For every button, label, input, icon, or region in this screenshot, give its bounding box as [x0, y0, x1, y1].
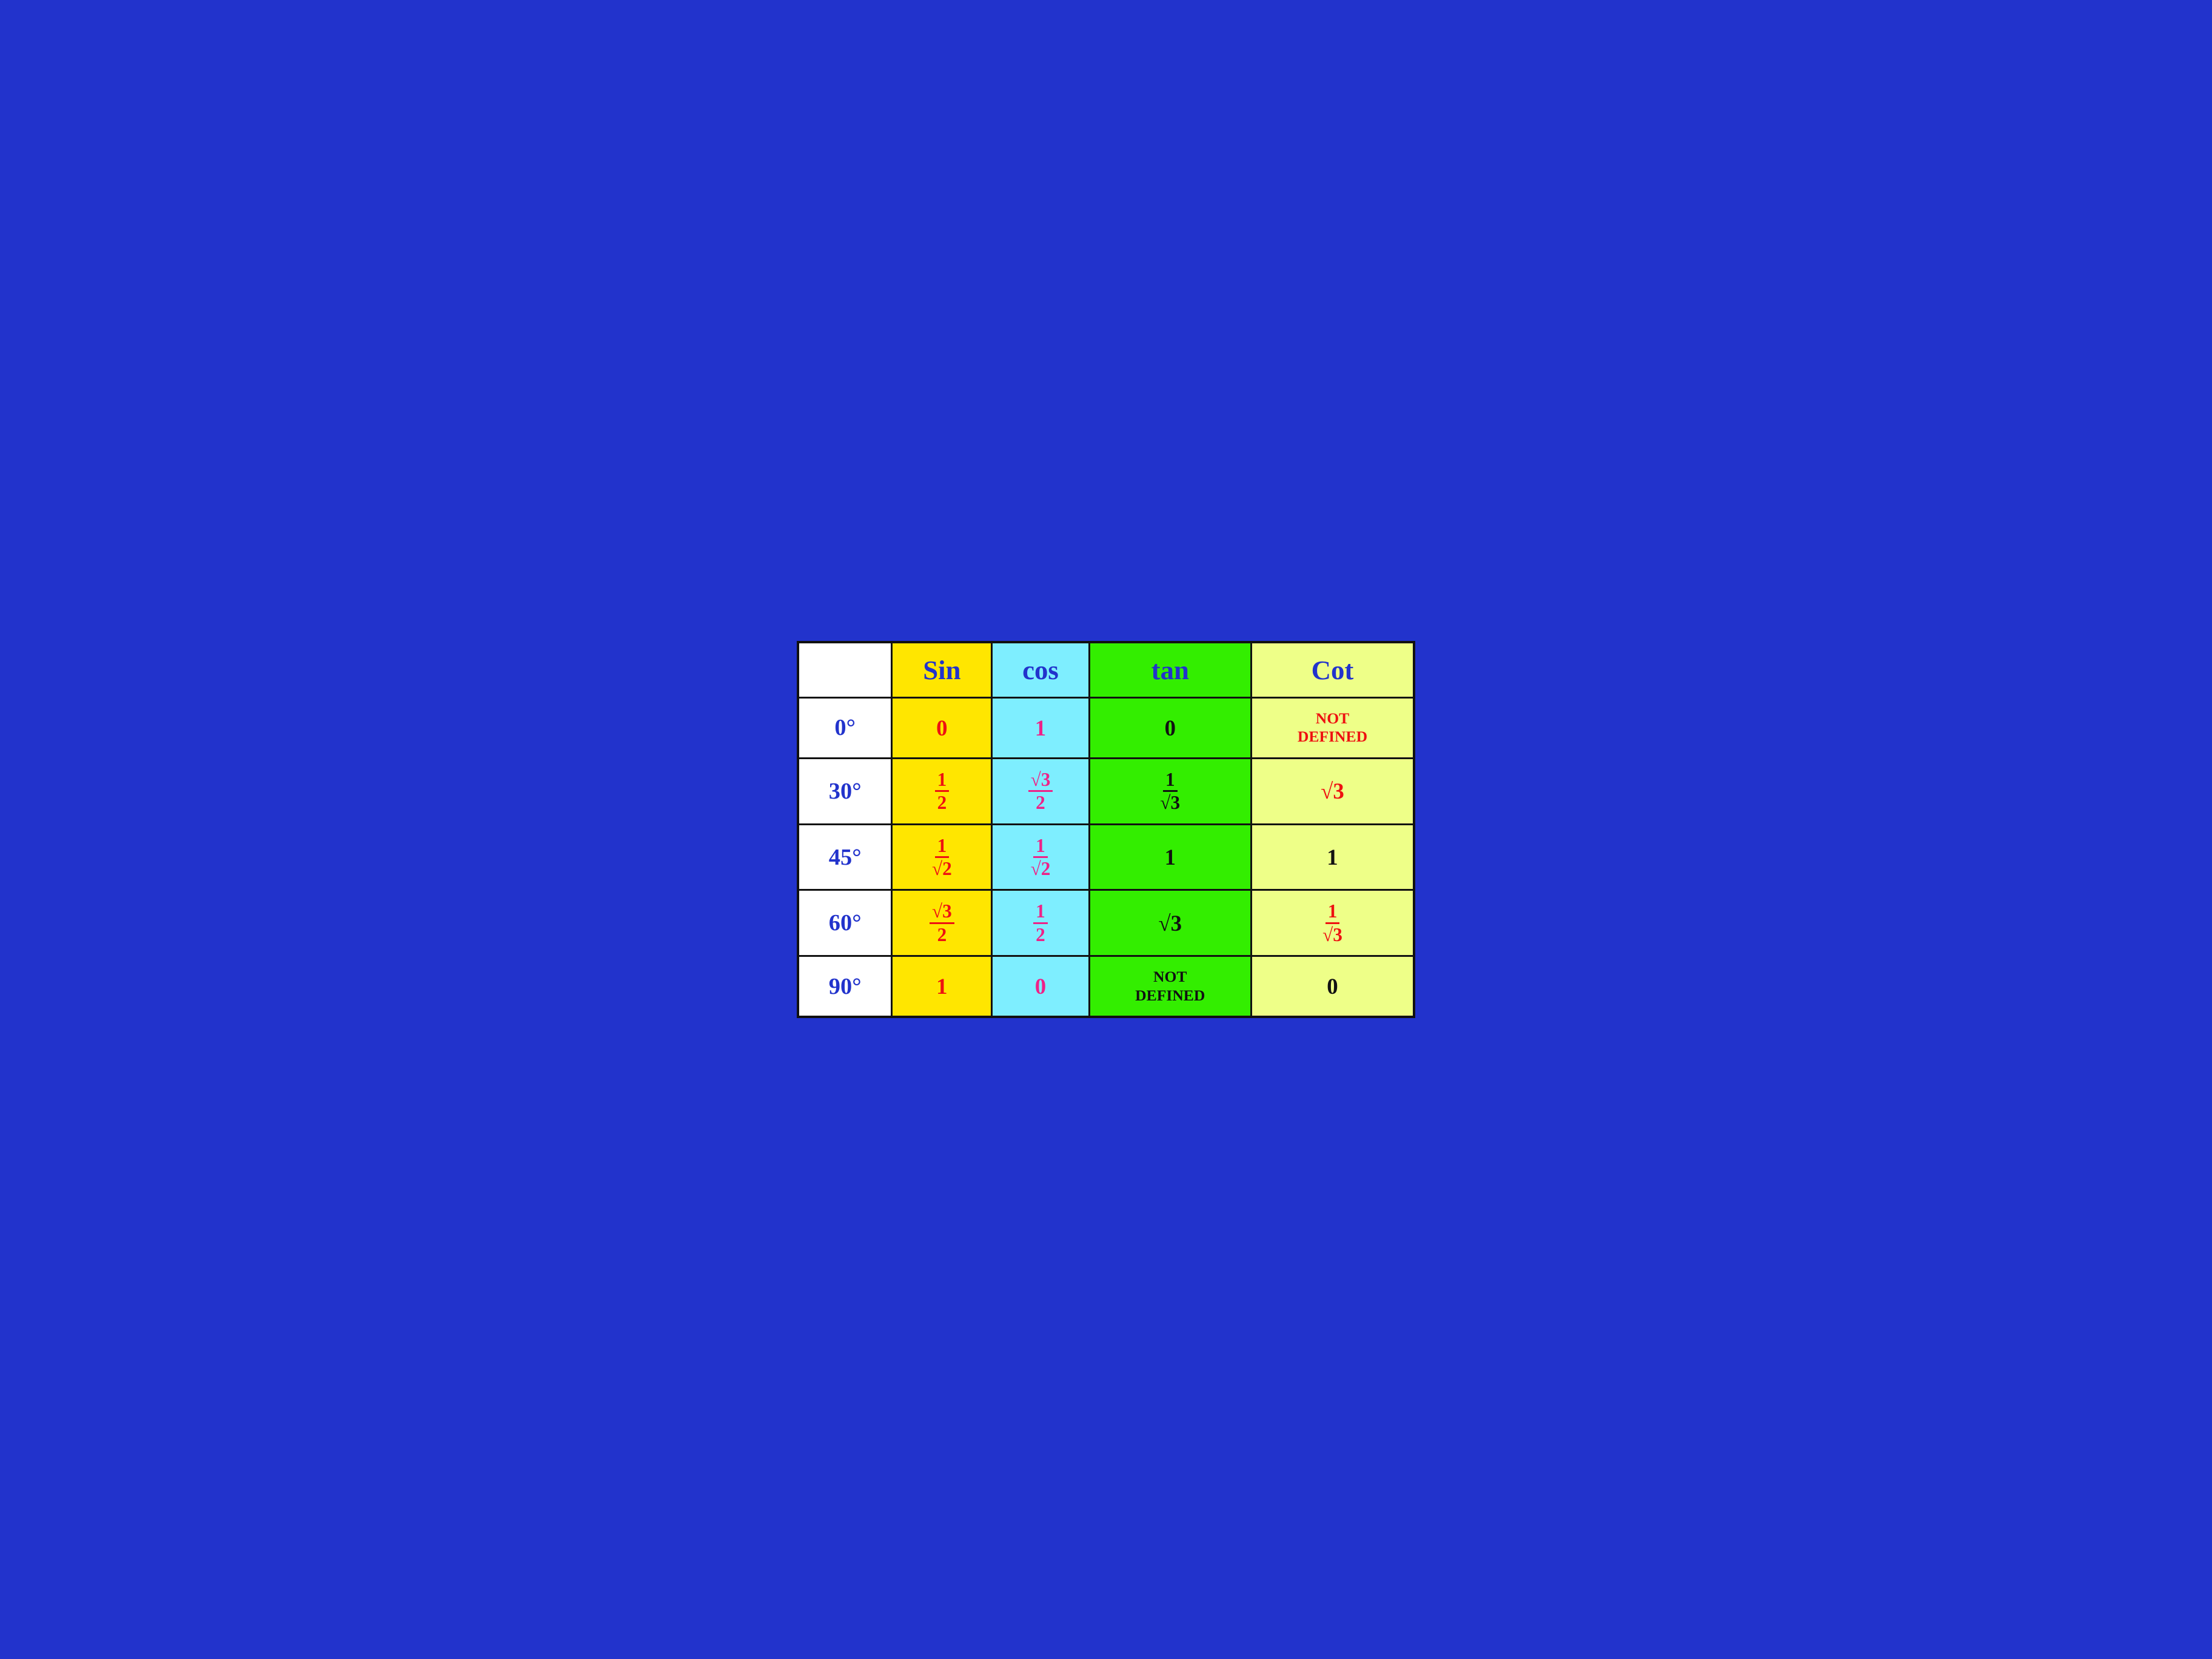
- header-empty-cell: [798, 642, 892, 698]
- cos-90-value: 0: [1035, 974, 1046, 999]
- angle-0-label: 0°: [834, 715, 856, 740]
- cos-60: 1 2: [992, 890, 1089, 956]
- tan-60-value: √3: [1158, 911, 1182, 936]
- cos-header-label: cos: [1022, 655, 1059, 685]
- angle-90-label: 90°: [829, 974, 862, 999]
- cot-30-value: √3: [1321, 779, 1344, 803]
- angle-45-label: 45°: [829, 845, 862, 870]
- cot-header-label: Cot: [1312, 655, 1354, 685]
- cot-45-value: 1: [1327, 845, 1338, 870]
- angle-0: 0°: [798, 697, 892, 758]
- cos-90: 0: [992, 956, 1089, 1017]
- cot-0-value: NotDefined: [1298, 709, 1367, 746]
- header-cos-cell: cos: [992, 642, 1089, 698]
- cos-30: √3 2: [992, 759, 1089, 825]
- sin-0: 0: [892, 697, 992, 758]
- tan-30-value: 1 √3: [1158, 776, 1182, 801]
- cot-30: √3: [1252, 759, 1414, 825]
- sin-60: √3 2: [892, 890, 992, 956]
- tan-30: 1 √3: [1089, 759, 1251, 825]
- sin-header-label: Sin: [923, 655, 960, 685]
- row-45deg: 45° 1 √2 1 √2: [798, 824, 1414, 890]
- tan-0: 0: [1089, 697, 1251, 758]
- angle-30-label: 30°: [829, 779, 862, 804]
- angle-60-label: 60°: [829, 910, 862, 936]
- header-tan-cell: tan: [1089, 642, 1251, 698]
- angle-90: 90°: [798, 956, 892, 1017]
- tan-0-value: 0: [1165, 716, 1176, 740]
- tan-60: √3: [1089, 890, 1251, 956]
- page-wrapper: Sin cos tan Cot 0° 0: [773, 617, 1439, 1043]
- tan-90-value: NotDefined: [1135, 968, 1205, 1004]
- cot-60-value: 1 √3: [1320, 908, 1345, 933]
- sin-45-value: 1 √2: [930, 842, 954, 867]
- header-cot-cell: Cot: [1252, 642, 1414, 698]
- row-90deg: 90° 1 0 NotDefined 0: [798, 956, 1414, 1017]
- tan-45-value: 1: [1165, 845, 1176, 870]
- tan-header-label: tan: [1151, 655, 1189, 685]
- cot-0: NotDefined: [1252, 697, 1414, 758]
- sin-0-value: 0: [936, 716, 947, 740]
- sin-30-value: 1 2: [935, 776, 950, 801]
- sin-90-value: 1: [936, 974, 947, 999]
- sin-30: 1 2: [892, 759, 992, 825]
- header-sin-cell: Sin: [892, 642, 992, 698]
- row-60deg: 60° √3 2 1 2: [798, 890, 1414, 956]
- angle-60: 60°: [798, 890, 892, 956]
- angle-30: 30°: [798, 759, 892, 825]
- angle-45: 45°: [798, 824, 892, 890]
- cot-90-value: 0: [1327, 974, 1338, 999]
- cot-60: 1 √3: [1252, 890, 1414, 956]
- trig-table: Sin cos tan Cot 0° 0: [797, 641, 1415, 1019]
- cot-45: 1: [1252, 824, 1414, 890]
- cos-45-value: 1 √2: [1028, 842, 1053, 867]
- cos-0: 1: [992, 697, 1089, 758]
- sin-90: 1: [892, 956, 992, 1017]
- sin-60-value: √3 2: [930, 908, 954, 933]
- cos-45: 1 √2: [992, 824, 1089, 890]
- tan-90: NotDefined: [1089, 956, 1251, 1017]
- row-0deg: 0° 0 1 0 NotDefined: [798, 697, 1414, 758]
- cos-0-value: 1: [1035, 716, 1046, 740]
- row-30deg: 30° 1 2 √3 2: [798, 759, 1414, 825]
- sin-45: 1 √2: [892, 824, 992, 890]
- cos-30-value: √3 2: [1028, 776, 1053, 801]
- cot-90: 0: [1252, 956, 1414, 1017]
- tan-45: 1: [1089, 824, 1251, 890]
- cos-60-value: 1 2: [1033, 908, 1048, 933]
